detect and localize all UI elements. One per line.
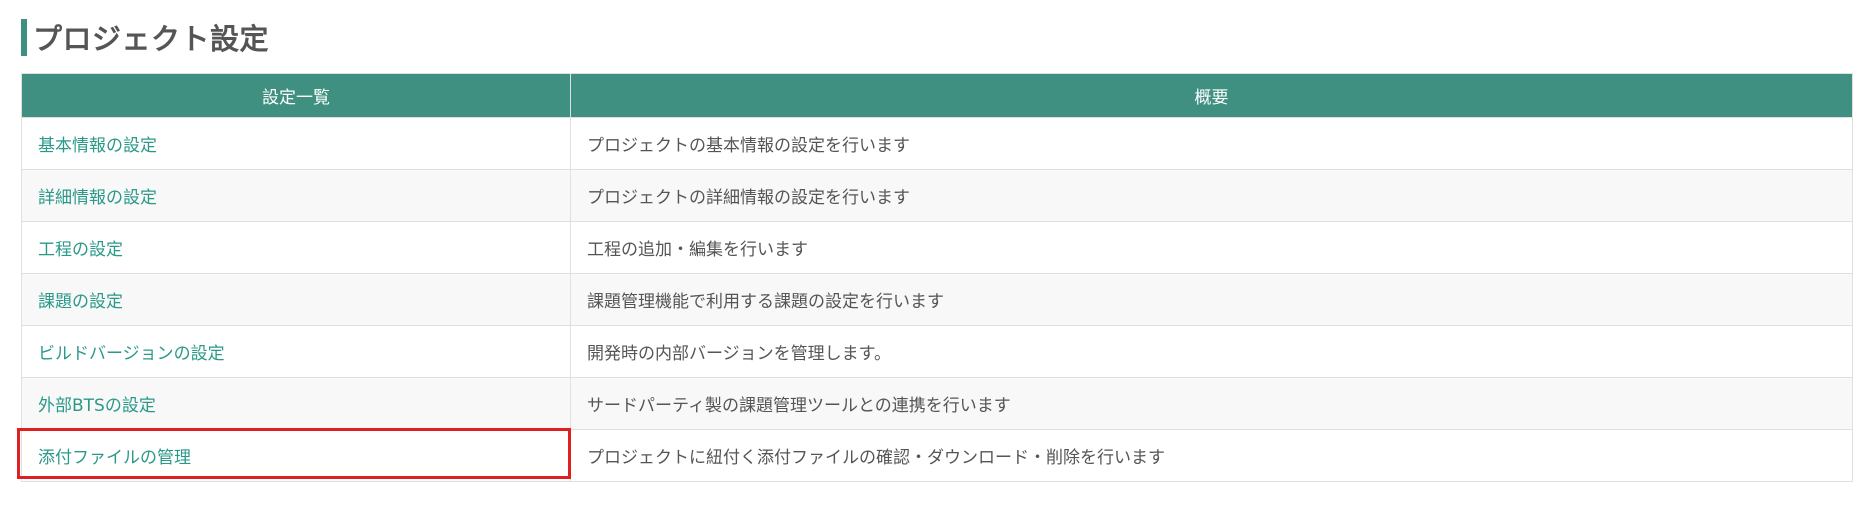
issue-settings-link[interactable]: 課題の設定 (38, 292, 123, 312)
setting-description: プロジェクトに紐付く添付ファイルの確認・ダウンロード・削除を行います (570, 429, 1853, 482)
attachment-management-link[interactable]: 添付ファイルの管理 (38, 448, 191, 468)
setting-name-cell: 詳細情報の設定 (21, 169, 571, 222)
table-row: 課題の設定 課題管理機能で利用する課題の設定を行います (21, 273, 1853, 326)
title-accent-bar (21, 18, 27, 56)
build-version-settings-link[interactable]: ビルドバージョンの設定 (38, 344, 225, 364)
table-header-row: 設定一覧 概要 (21, 73, 1853, 118)
page-header: プロジェクト設定 (21, 17, 269, 57)
setting-description: 開発時の内部バージョンを管理します。 (570, 325, 1853, 378)
setting-name-cell: 工程の設定 (21, 221, 571, 274)
setting-name-cell: 基本情報の設定 (21, 117, 571, 170)
setting-name-cell: 外部BTSの設定 (21, 377, 571, 430)
page-title: プロジェクト設定 (33, 22, 270, 56)
setting-name-cell: ビルドバージョンの設定 (21, 325, 571, 378)
table-row: 基本情報の設定 プロジェクトの基本情報の設定を行います (21, 117, 1853, 170)
column-header-settings-list: 設定一覧 (21, 73, 571, 118)
setting-name-cell: 課題の設定 (21, 273, 571, 326)
setting-name-cell: 添付ファイルの管理 (21, 429, 571, 482)
setting-description: プロジェクトの基本情報の設定を行います (570, 117, 1853, 170)
table-row: 添付ファイルの管理 プロジェクトに紐付く添付ファイルの確認・ダウンロード・削除を… (21, 429, 1853, 482)
detail-info-settings-link[interactable]: 詳細情報の設定 (38, 188, 157, 208)
external-bts-settings-link[interactable]: 外部BTSの設定 (38, 396, 156, 416)
setting-description: 工程の追加・編集を行います (570, 221, 1853, 274)
table-row: 詳細情報の設定 プロジェクトの詳細情報の設定を行います (21, 169, 1853, 222)
setting-description: 課題管理機能で利用する課題の設定を行います (570, 273, 1853, 326)
settings-table: 設定一覧 概要 基本情報の設定 プロジェクトの基本情報の設定を行います 詳細情報… (21, 73, 1853, 482)
table-row: 外部BTSの設定 サードパーティ製の課題管理ツールとの連携を行います (21, 377, 1853, 430)
table-row: 工程の設定 工程の追加・編集を行います (21, 221, 1853, 274)
setting-description: サードパーティ製の課題管理ツールとの連携を行います (570, 377, 1853, 430)
process-settings-link[interactable]: 工程の設定 (38, 240, 123, 260)
basic-info-settings-link[interactable]: 基本情報の設定 (38, 136, 157, 156)
table-row: ビルドバージョンの設定 開発時の内部バージョンを管理します。 (21, 325, 1853, 378)
column-header-summary: 概要 (570, 73, 1853, 118)
project-settings-page: プロジェクト設定 設定一覧 概要 基本情報の設定 プロジェクトの基本情報の設定を… (0, 0, 1875, 515)
setting-description: プロジェクトの詳細情報の設定を行います (570, 169, 1853, 222)
